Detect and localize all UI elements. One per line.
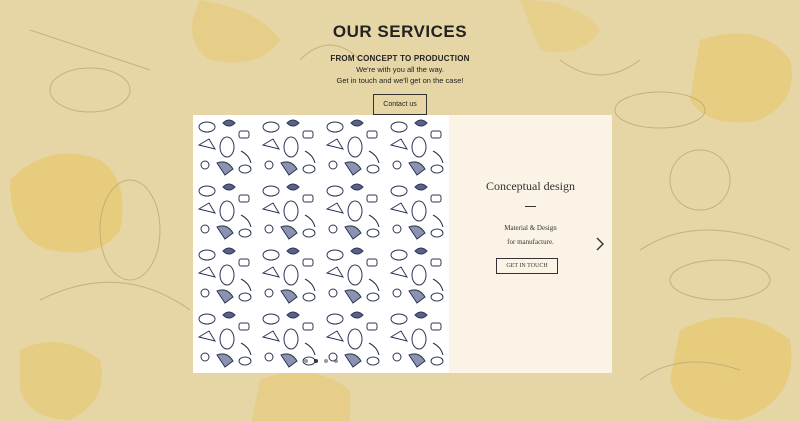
service-info-panel: Conceptual design Material & Design for … [449, 115, 612, 373]
slider-dot[interactable] [324, 359, 328, 363]
service-description-line-2: for manufacture. [507, 238, 554, 246]
slider-dot[interactable] [334, 359, 338, 363]
service-title: Conceptual design [486, 179, 575, 193]
page-title: OUR SERVICES [332, 22, 468, 41]
service-description-line-1: Material & Design [504, 224, 557, 232]
slider-dot[interactable] [304, 359, 308, 363]
chevron-right-icon[interactable] [594, 236, 606, 252]
slider-dots [193, 359, 449, 363]
tagline: FROM CONCEPT TO PRODUCTION [330, 54, 470, 63]
services-header: OUR SERVICES FROM CONCEPT TO PRODUCTION … [0, 22, 800, 115]
service-description: Material & Design for manufacture. [449, 221, 612, 249]
slider-dot-active[interactable] [314, 359, 318, 363]
intro-line-2: Get in touch and we'll get on the case! [336, 76, 464, 85]
sketch-pattern-image [193, 115, 449, 373]
divider [525, 206, 536, 207]
contact-us-button[interactable]: Contact us [373, 94, 427, 115]
service-slide: Conceptual design Material & Design for … [193, 115, 612, 373]
get-in-touch-button[interactable]: GET IN TOUCH [496, 258, 558, 274]
intro-line-1: We're with you all the way. [356, 65, 444, 74]
